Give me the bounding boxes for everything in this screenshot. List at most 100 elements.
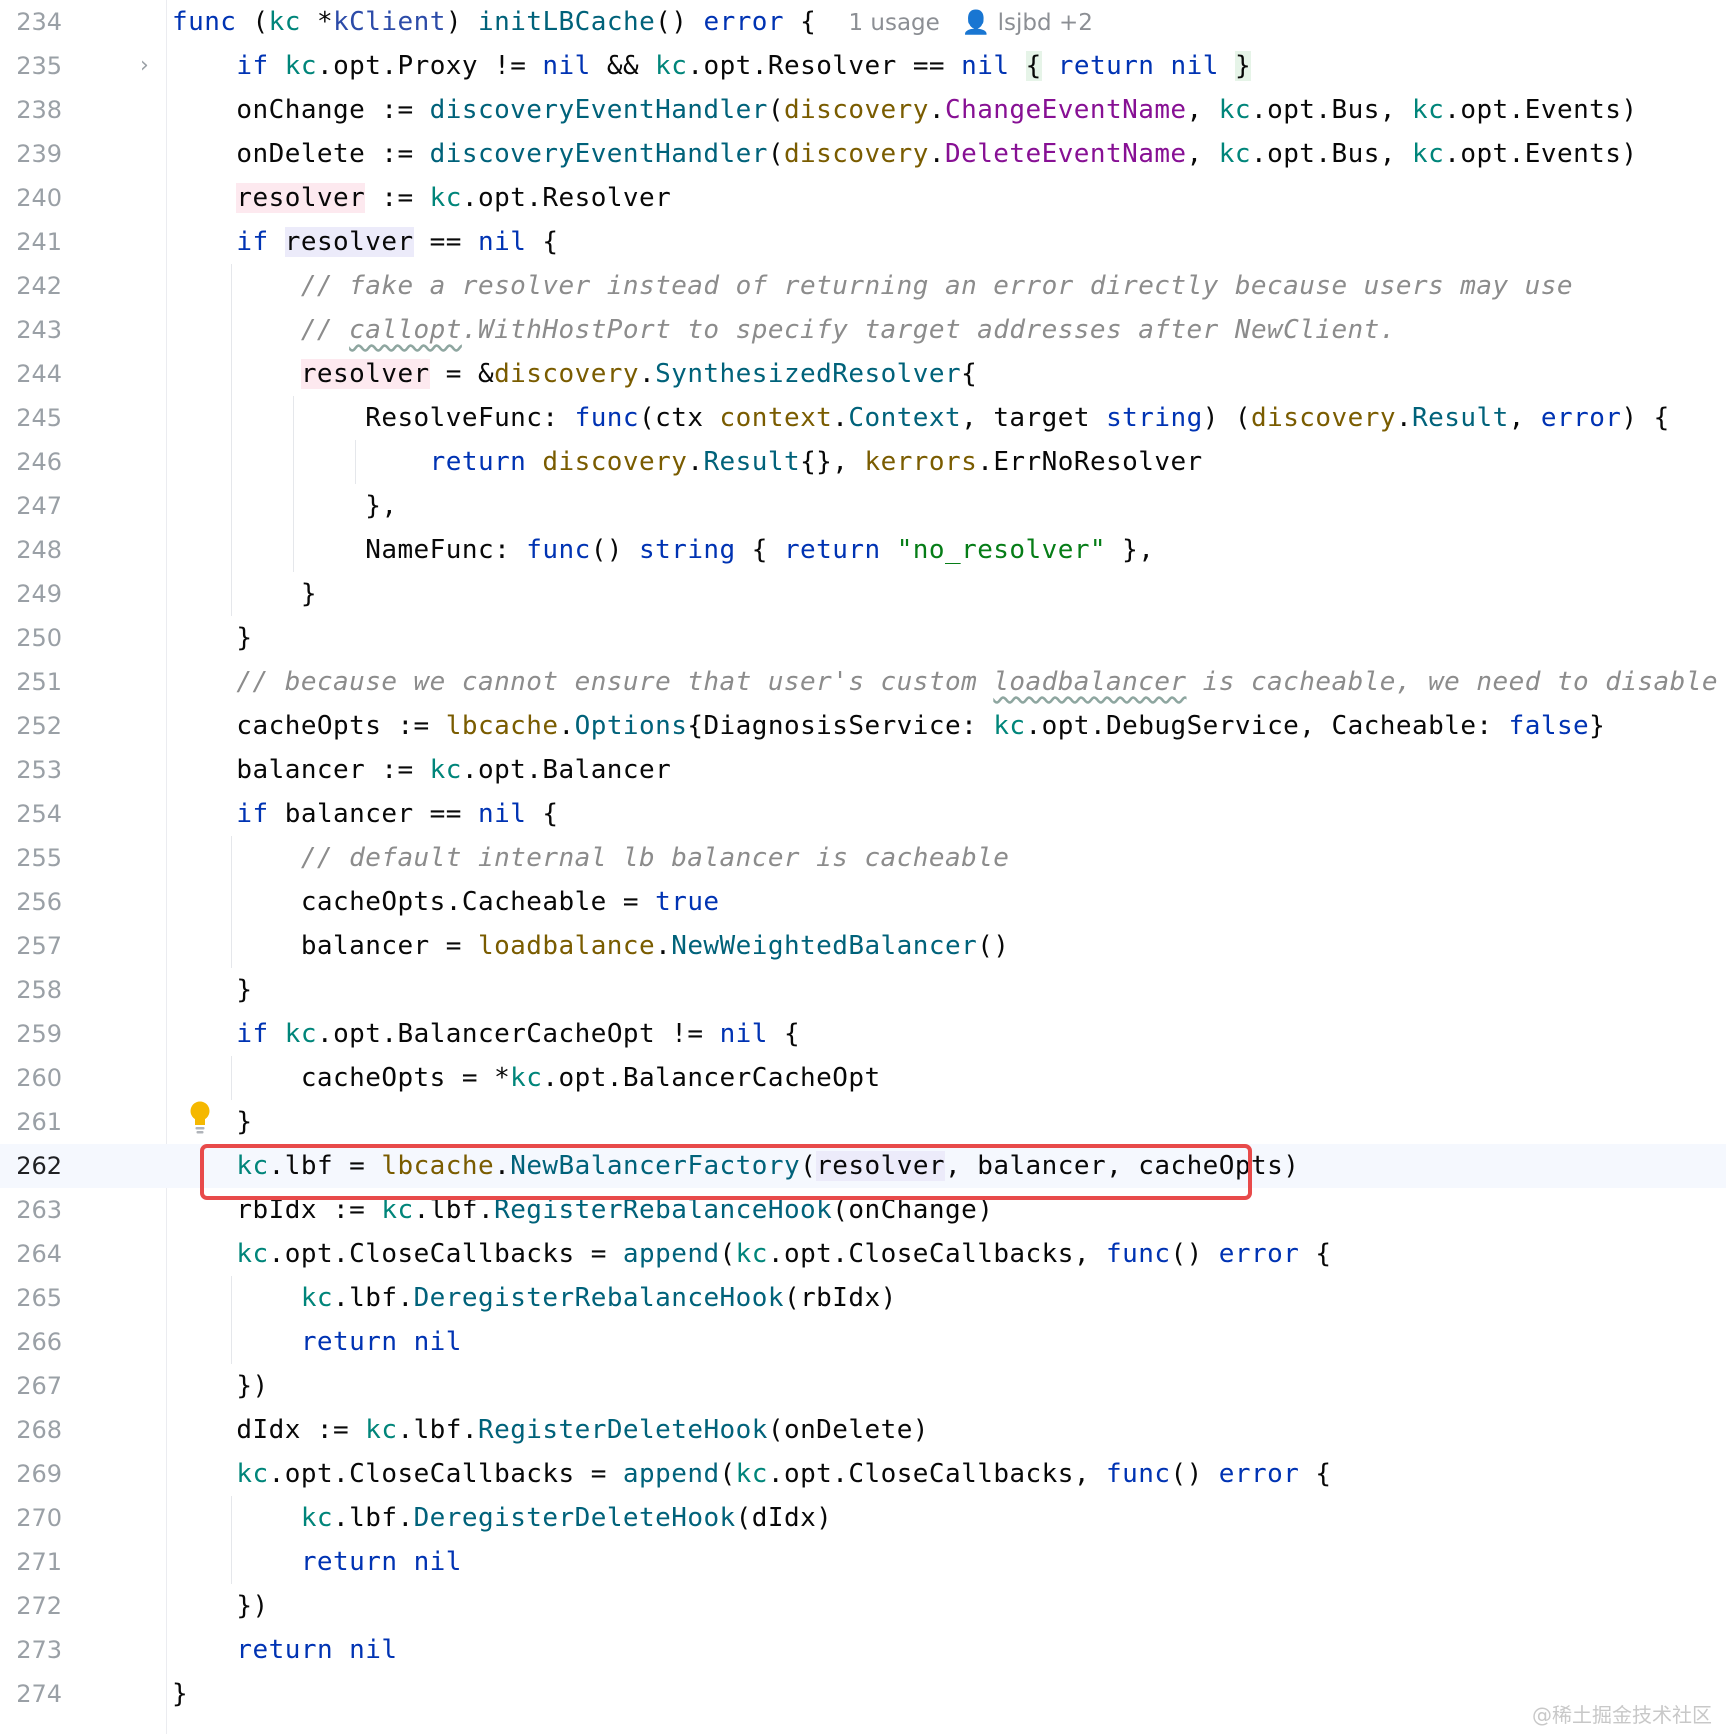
code-text[interactable]: resolver = &discovery.SynthesizedResolve…: [172, 352, 977, 396]
code-line[interactable]: 245 ResolveFunc: func(ctx context.Contex…: [0, 396, 1726, 440]
indent-guide: [355, 440, 356, 484]
line-number: 263: [16, 1196, 62, 1224]
code-line[interactable]: 255 // default internal lb balancer is c…: [0, 836, 1726, 880]
code-line[interactable]: 257 balancer = loadbalance.NewWeightedBa…: [0, 924, 1726, 968]
indent-guide: [231, 264, 232, 616]
indent-guide: [231, 836, 232, 968]
code-line[interactable]: 243 // callopt.WithHostPort to specify t…: [0, 308, 1726, 352]
code-line[interactable]: 261 }: [0, 1100, 1726, 1144]
code-line[interactable]: 253 balancer := kc.opt.Balancer: [0, 748, 1726, 792]
line-number: 253: [16, 756, 62, 784]
code-line[interactable]: 273 return nil: [0, 1628, 1726, 1672]
code-line[interactable]: 265 kc.lbf.DeregisterRebalanceHook(rbIdx…: [0, 1276, 1726, 1320]
code-editor[interactable]: 234 func (kc *kClient) initLBCache() erro…: [0, 0, 1726, 1734]
code-line[interactable]: 264 kc.opt.CloseCallbacks = append(kc.op…: [0, 1232, 1726, 1276]
code-line[interactable]: 250 }: [0, 616, 1726, 660]
line-number: 261: [16, 1108, 62, 1136]
code-line[interactable]: 252 cacheOpts := lbcache.Options{Diagnos…: [0, 704, 1726, 748]
line-number: 251: [16, 668, 62, 696]
code-line[interactable]: 248 NameFunc: func() string { return "no…: [0, 528, 1726, 572]
code-text[interactable]: dIdx := kc.lbf.RegisterDeleteHook(onDele…: [172, 1408, 929, 1452]
chevron-right-icon[interactable]: ›: [140, 44, 149, 88]
code-text[interactable]: // default internal lb balancer is cache…: [172, 836, 1009, 880]
code-text[interactable]: onDelete := discoveryEventHandler(discov…: [172, 132, 1638, 176]
code-text[interactable]: cacheOpts = *kc.opt.BalancerCacheOpt: [172, 1056, 881, 1100]
code-line[interactable]: 251 // because we cannot ensure that use…: [0, 660, 1726, 704]
code-line[interactable]: 246 return discovery.Result{}, kerrors.E…: [0, 440, 1726, 484]
code-line[interactable]: 258 }: [0, 968, 1726, 1012]
code-line[interactable]: 269 kc.opt.CloseCallbacks = append(kc.op…: [0, 1452, 1726, 1496]
line-number: 254: [16, 800, 62, 828]
code-text[interactable]: balancer := kc.opt.Balancer: [172, 748, 671, 792]
line-number: 272: [16, 1592, 62, 1620]
code-text[interactable]: }: [172, 1672, 188, 1716]
code-line[interactable]: 244 resolver = &discovery.SynthesizedRes…: [0, 352, 1726, 396]
code-line[interactable]: 266 return nil: [0, 1320, 1726, 1364]
code-line[interactable]: 240 resolver := kc.opt.Resolver: [0, 176, 1726, 220]
code-text[interactable]: if balancer == nil {: [172, 792, 559, 836]
line-number: 274: [16, 1680, 62, 1708]
code-line[interactable]: 254 if balancer == nil {: [0, 792, 1726, 836]
highlighted-code-box: [200, 1144, 1252, 1200]
code-line[interactable]: 247 },: [0, 484, 1726, 528]
code-text[interactable]: if resolver == nil {: [172, 220, 559, 264]
line-number: 238: [16, 96, 62, 124]
line-number: 234: [16, 8, 62, 36]
code-text[interactable]: kc.opt.CloseCallbacks = append(kc.opt.Cl…: [172, 1232, 1332, 1276]
line-number: 258: [16, 976, 62, 1004]
line-number: 262: [16, 1152, 62, 1180]
code-text[interactable]: NameFunc: func() string { return "no_res…: [172, 528, 1154, 572]
code-text[interactable]: return discovery.Result{}, kerrors.ErrNo…: [172, 440, 1203, 484]
code-text[interactable]: }: [172, 616, 253, 660]
code-text[interactable]: return nil: [172, 1320, 462, 1364]
code-line[interactable]: 256 cacheOpts.Cacheable = true: [0, 880, 1726, 924]
indent-guide: [231, 1056, 232, 1100]
code-line[interactable]: 259 if kc.opt.BalancerCacheOpt != nil {: [0, 1012, 1726, 1056]
code-text[interactable]: cacheOpts := lbcache.Options{DiagnosisSe…: [172, 704, 1605, 748]
code-line[interactable]: 249 }: [0, 572, 1726, 616]
code-line[interactable]: 268 dIdx := kc.lbf.RegisterDeleteHook(on…: [0, 1408, 1726, 1452]
line-number: 266: [16, 1328, 62, 1356]
line-number: 268: [16, 1416, 62, 1444]
code-text[interactable]: // because we cannot ensure that user's …: [172, 660, 1726, 704]
code-line[interactable]: 267 }): [0, 1364, 1726, 1408]
code-text[interactable]: cacheOpts.Cacheable = true: [172, 880, 720, 924]
line-number: 273: [16, 1636, 62, 1664]
code-line[interactable]: 238 onChange := discoveryEventHandler(di…: [0, 88, 1726, 132]
code-line[interactable]: 235 if kc.opt.Proxy != nil && kc.opt.Res…: [0, 44, 1726, 88]
code-line[interactable]: 272 }): [0, 1584, 1726, 1628]
code-text[interactable]: kc.lbf.DeregisterRebalanceHook(rbIdx): [172, 1276, 897, 1320]
code-text[interactable]: onChange := discoveryEventHandler(discov…: [172, 88, 1638, 132]
line-number: 244: [16, 360, 62, 388]
code-text[interactable]: }): [172, 1584, 269, 1628]
code-line[interactable]: 271 return nil: [0, 1540, 1726, 1584]
code-text[interactable]: balancer = loadbalance.NewWeightedBalanc…: [172, 924, 1009, 968]
watermark: @稀土掘金技术社区: [1532, 1703, 1712, 1727]
code-text[interactable]: if kc.opt.BalancerCacheOpt != nil {: [172, 1012, 800, 1056]
line-number: 243: [16, 316, 62, 344]
code-line[interactable]: 260 cacheOpts = *kc.opt.BalancerCacheOpt: [0, 1056, 1726, 1100]
code-text[interactable]: func (kc *kClient) initLBCache() error {…: [172, 0, 1093, 44]
code-text[interactable]: return nil: [172, 1628, 397, 1672]
code-line[interactable]: 242 // fake a resolver instead of return…: [0, 264, 1726, 308]
code-text[interactable]: // callopt.WithHostPort to specify targe…: [172, 308, 1396, 352]
code-text[interactable]: kc.opt.CloseCallbacks = append(kc.opt.Cl…: [172, 1452, 1332, 1496]
code-text[interactable]: },: [172, 484, 397, 528]
code-line[interactable]: 270 kc.lbf.DeregisterDeleteHook(dIdx): [0, 1496, 1726, 1540]
code-text[interactable]: }: [172, 968, 253, 1012]
code-text[interactable]: }): [172, 1364, 269, 1408]
code-line[interactable]: 241 if resolver == nil {: [0, 220, 1726, 264]
code-text[interactable]: kc.lbf.DeregisterDeleteHook(dIdx): [172, 1496, 832, 1540]
code-text[interactable]: resolver := kc.opt.Resolver: [172, 176, 671, 220]
code-text[interactable]: // fake a resolver instead of returning …: [172, 264, 1573, 308]
code-line[interactable]: 234 func (kc *kClient) initLBCache() erro…: [0, 0, 1726, 44]
code-text[interactable]: }: [172, 1100, 253, 1144]
code-line[interactable]: 274}: [0, 1672, 1726, 1716]
code-text[interactable]: return nil: [172, 1540, 462, 1584]
lightbulb-icon[interactable]: [188, 1100, 212, 1134]
code-line[interactable]: 239 onDelete := discoveryEventHandler(di…: [0, 132, 1726, 176]
code-text[interactable]: ResolveFunc: func(ctx context.Context, t…: [172, 396, 1670, 440]
code-text[interactable]: if kc.opt.Proxy != nil && kc.opt.Resolve…: [172, 44, 1252, 88]
line-number: 257: [16, 932, 62, 960]
code-text[interactable]: }: [172, 572, 317, 616]
